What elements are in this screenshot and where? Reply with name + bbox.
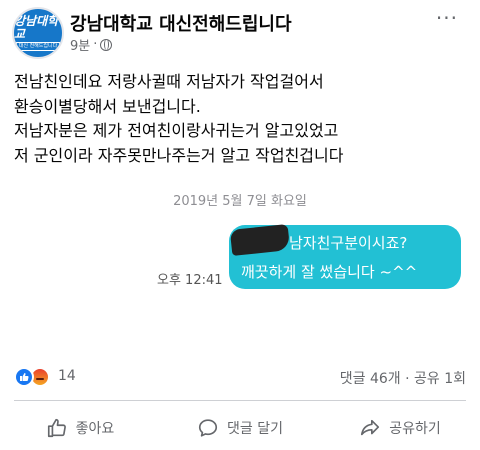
- reaction-icons[interactable]: [14, 367, 50, 387]
- globe-icon: [100, 38, 113, 51]
- bubble-text-line: 남자친구분이시죠?: [289, 234, 408, 252]
- share-label: 공유하기: [389, 421, 441, 437]
- chat-date: 2019년 5월 7일 화요일: [173, 194, 307, 209]
- meta-separator: ·: [93, 37, 98, 52]
- more-options-button[interactable]: ···: [436, 8, 458, 28]
- comment-label: 댓글 달기: [227, 421, 283, 437]
- divider: [14, 400, 466, 401]
- comment-button[interactable]: 댓글 달기: [160, 408, 320, 448]
- page-name[interactable]: 강남대학교 대신전해드립니다: [70, 10, 292, 36]
- post-text-line: 저 군인이라 자주못만나주는거 알고 작업친겁니다: [14, 145, 344, 165]
- action-bar: 좋아요 댓글 달기 공유하기: [0, 408, 480, 448]
- post-image-chat-screenshot[interactable]: 2019년 5월 7일 화요일 오후 12:41 남자친구분이시죠? 깨끗하게 …: [0, 180, 480, 350]
- share-arrow-icon: [361, 419, 380, 436]
- redaction-scribble: [229, 224, 291, 256]
- post-meta: 9분 ·: [70, 35, 113, 54]
- share-button[interactable]: 공유하기: [320, 408, 480, 448]
- like-button[interactable]: 좋아요: [0, 408, 160, 448]
- comment-bubble-icon: [198, 419, 218, 437]
- bubble-text-line: 깨끗하게 잘 썼습니다 ~^^: [241, 263, 418, 281]
- post-body: 전남친인데요 저랑사귈때 저남자가 작업걸어서 환승이별당해서 보낸겁니다. 저…: [14, 70, 470, 168]
- page-avatar[interactable]: 강남대학교 대신 전해드립니다: [12, 7, 64, 59]
- avatar-logo-text: 강남대학교: [14, 14, 59, 41]
- post-text-line: 전남친인데요 저랑사귈때 저남자가 작업걸어서: [14, 72, 324, 91]
- like-label: 좋아요: [75, 421, 115, 437]
- post-text-line: 환승이별당해서 보낸겁니다.: [14, 96, 201, 116]
- chat-time: 오후 12:41: [157, 273, 223, 288]
- chat-bubble: 남자친구분이시죠? 깨끗하게 잘 썼습니다 ~^^: [229, 224, 461, 289]
- comments-shares-count[interactable]: 댓글 46개 · 공유 1회: [340, 368, 466, 388]
- like-reaction-icon: [14, 367, 34, 387]
- reaction-count[interactable]: 14: [58, 368, 76, 384]
- post-time[interactable]: 9분: [70, 35, 90, 54]
- post-text-line: 저남자분은 제가 전여친이랑사귀는거 알고있었고: [14, 121, 339, 140]
- reactions-row: 14 댓글 46개 · 공유 1회: [0, 365, 480, 389]
- post-header: 강남대학교 대신 전해드립니다 강남대학교 대신전해드립니다 9분 · ···: [0, 0, 480, 62]
- thumbs-up-icon: [47, 418, 66, 438]
- avatar-logo-subtext: 대신 전해드립니다: [15, 42, 61, 51]
